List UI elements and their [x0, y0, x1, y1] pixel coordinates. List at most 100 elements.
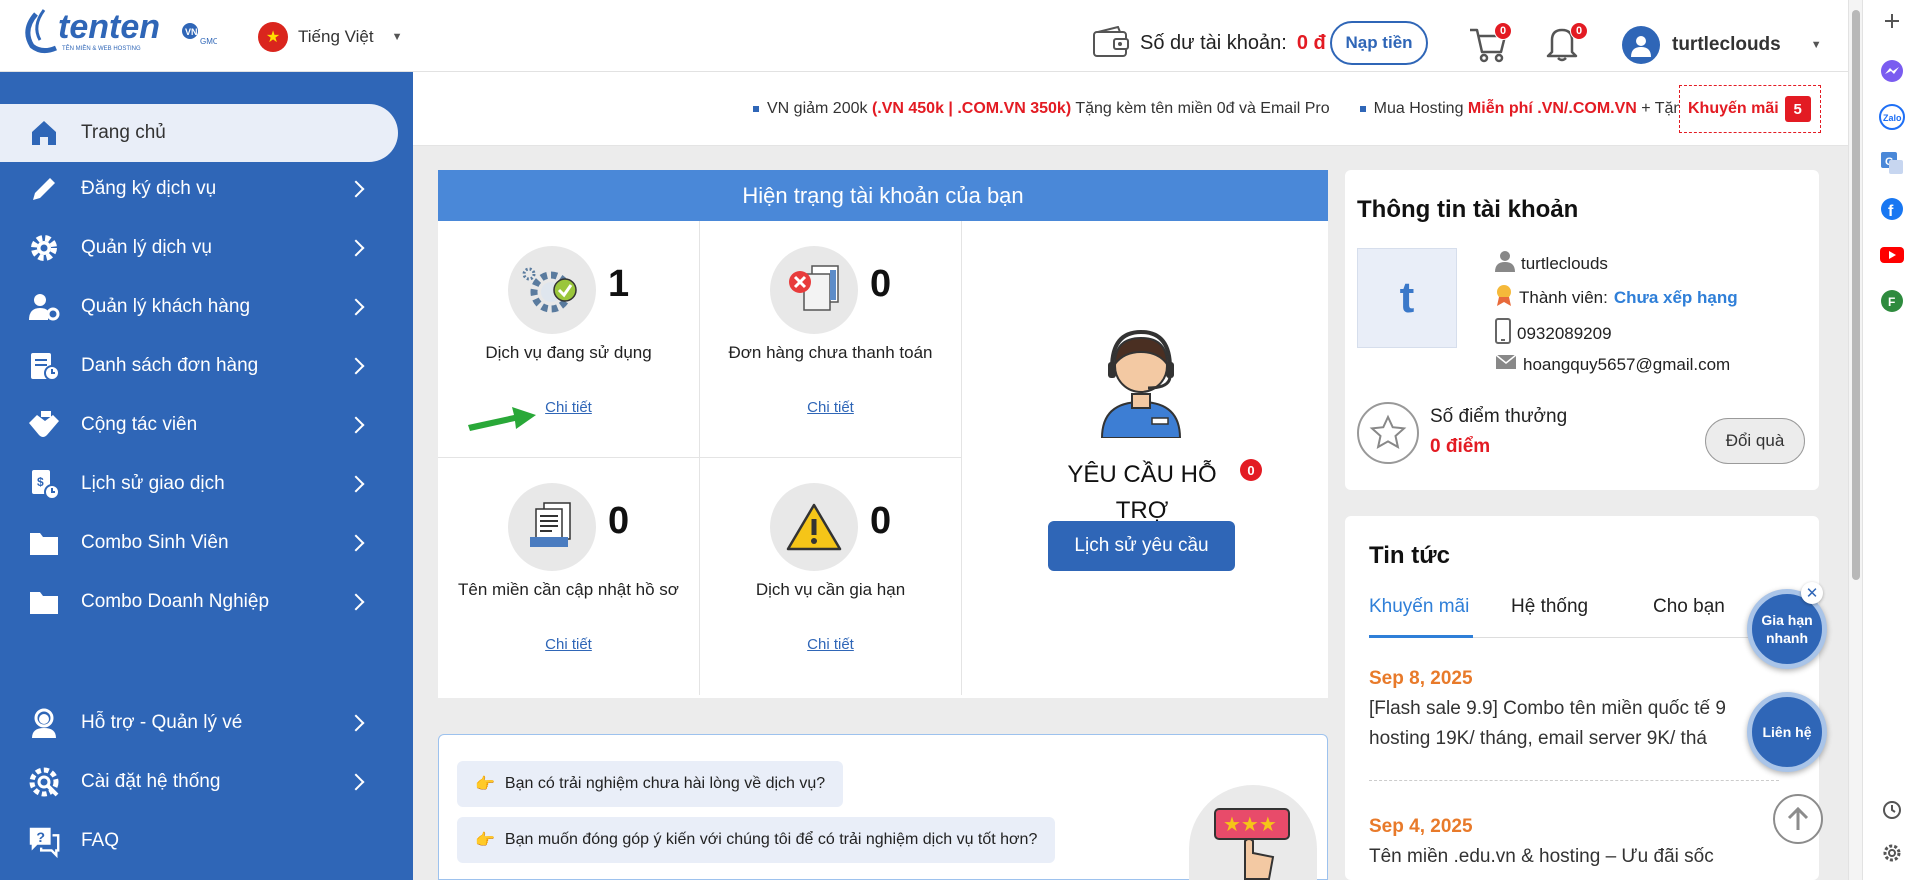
close-icon[interactable]: ✕: [1801, 582, 1823, 604]
tab-for-you[interactable]: Cho bạn: [1653, 596, 1725, 638]
sidebar-item-support-tickets[interactable]: Hỗ trợ - Quản lý vé: [0, 695, 400, 751]
chevron-right-icon: [347, 714, 365, 732]
scrollbar-thumb[interactable]: [1852, 10, 1860, 580]
feedback-question-contribute[interactable]: 👉 Bạn muốn đóng góp ý kiến với chúng tôi…: [457, 817, 1056, 863]
user-menu[interactable]: turtleclouds ▼: [1622, 26, 1822, 64]
language-label: Tiếng Việt: [298, 27, 374, 46]
transaction-icon: $: [26, 466, 62, 502]
sidebar-item-label: FAQ: [81, 830, 120, 851]
notification-button[interactable]: 0: [1544, 22, 1588, 64]
sidebar-item-home[interactable]: Trang chủ: [0, 104, 398, 162]
user-icon: [1495, 250, 1515, 277]
caret-down-icon: ▼: [391, 31, 403, 43]
handshake-icon: [26, 407, 62, 443]
status-cell-renewal: 0 Dịch vụ cần gia hạn Chi tiết: [700, 458, 962, 695]
renewal-detail-link[interactable]: Chi tiết: [700, 636, 961, 653]
page-scrollbar[interactable]: [1848, 0, 1862, 880]
news-item-title-cont[interactable]: hosting 19K/ tháng, email server 9K/ thá: [1369, 724, 1769, 754]
tab-system[interactable]: Hệ thống: [1511, 596, 1588, 638]
notification-count-badge: 0: [1570, 22, 1588, 40]
member-rank[interactable]: Chưa xếp hạng: [1614, 288, 1738, 308]
user-gear-icon: [26, 289, 62, 325]
warning-icon: [770, 483, 858, 571]
reward-star-icon: [1357, 402, 1419, 464]
history-icon[interactable]: [1879, 797, 1905, 823]
sidebar-item-combo-student[interactable]: Combo Sinh Viên: [0, 515, 400, 571]
promo-ticker[interactable]: VN giảm 200k (.VN 450k | .COM.VN 350k) T…: [753, 100, 1682, 118]
sidebar-item-manage-service[interactable]: Quản lý dịch vụ: [0, 220, 400, 276]
support-agent-icon: [26, 705, 62, 741]
feedback-question-dissatisfied[interactable]: 👉 Bạn có trải nghiệm chưa hài lòng về dị…: [457, 761, 844, 807]
sidebar-item-system-settings[interactable]: Cài đặt hệ thống: [0, 754, 400, 810]
unpaid-order-icon: [770, 246, 858, 334]
pencil-icon: [26, 171, 62, 207]
active-services-count: 1: [608, 263, 630, 305]
profile-f-icon[interactable]: F: [1879, 288, 1905, 314]
news-item-title[interactable]: [Flash sale 9.9] Combo tên miền quốc tế …: [1369, 694, 1769, 724]
language-selector[interactable]: ★ Tiếng Việt ▼: [258, 22, 403, 52]
sidebar-item-register-service[interactable]: Đăng ký dịch vụ: [0, 161, 400, 217]
gear-check-icon: [508, 246, 596, 334]
svg-text:tenten: tenten: [58, 8, 160, 46]
sidebar-item-label: Cài đặt hệ thống: [81, 771, 221, 792]
promo-item[interactable]: Mua Hosting Miễn phí .VN/.COM.VN + Tặn: [1359, 100, 1682, 118]
sidebar-item-manage-customers[interactable]: Quản lý khách hàng: [0, 279, 400, 335]
support-request-panel: YÊU CẦU HỖ TRỢ 0 Lịch sử yêu cầu: [962, 221, 1328, 698]
cart-button[interactable]: 0: [1468, 22, 1512, 64]
mail-icon: [1495, 354, 1517, 375]
tab-promotions[interactable]: Khuyến mãi: [1369, 596, 1473, 638]
news-tabs: Khuyến mãi Hệ thống Cho bạn: [1369, 596, 1799, 638]
zalo-icon[interactable]: Zalo: [1879, 104, 1905, 130]
request-history-button[interactable]: Lịch sử yêu cầu: [1048, 521, 1235, 571]
chevron-right-icon: [347, 357, 365, 375]
sidebar-item-faq[interactable]: ? FAQ: [0, 813, 400, 869]
sidebar-item-combo-business[interactable]: Combo Doanh Nghiệp: [0, 574, 400, 630]
facebook-icon[interactable]: f: [1879, 196, 1905, 222]
news-item-date: Sep 8, 2025: [1369, 668, 1473, 689]
add-icon[interactable]: [1879, 8, 1905, 34]
arrow-up-icon: [1787, 806, 1809, 830]
account-avatar: t: [1357, 248, 1457, 348]
chevron-right-icon: [347, 593, 365, 611]
browser-side-rail: Zalo G f F: [1862, 0, 1920, 880]
balance-value: 0 đ: [1296, 31, 1326, 54]
support-agent-icon: [1100, 329, 1182, 438]
user-avatar-icon: [1622, 26, 1660, 64]
translate-icon[interactable]: G: [1879, 150, 1905, 176]
folder-icon: [26, 525, 62, 561]
redeem-gift-button[interactable]: Đổi quà: [1705, 418, 1805, 464]
youtube-icon[interactable]: [1879, 242, 1905, 268]
active-services-label: Dịch vụ đang sử dụng: [485, 343, 652, 362]
support-request-badge: 0: [1240, 459, 1262, 481]
sidebar-item-label: Quản lý dịch vụ: [81, 237, 212, 258]
account-balance: Số dư tài khoản: 0 đ: [1092, 26, 1326, 60]
gift-icon: 5: [1784, 96, 1811, 122]
home-icon: [26, 115, 62, 151]
news-item-title[interactable]: Tên miền .edu.vn & hosting – Ưu đãi sốc: [1369, 842, 1769, 872]
promotion-button[interactable]: Khuyến mãi 5: [1679, 85, 1821, 133]
promotion-label: Khuyến mãi: [1688, 100, 1779, 117]
sidebar-item-label: Danh sách đơn hàng: [81, 355, 259, 376]
contact-button[interactable]: Liên hệ: [1747, 692, 1827, 772]
svg-text:Zalo: Zalo: [1883, 113, 1902, 123]
scroll-to-top-button[interactable]: [1773, 794, 1823, 844]
domain-update-detail-link[interactable]: Chi tiết: [438, 636, 699, 653]
unpaid-orders-detail-link[interactable]: Chi tiết: [700, 399, 961, 416]
settings-icon[interactable]: [1879, 840, 1905, 866]
feedback-panel: 👉 Bạn có trải nghiệm chưa hài lòng về dị…: [438, 734, 1328, 880]
caret-down-icon: ▼: [1810, 39, 1822, 51]
sidebar-item-transaction-history[interactable]: $ Lịch sử giao dịch: [0, 456, 400, 512]
svg-text:F: F: [1888, 295, 1895, 309]
tenten-logo[interactable]: tenten VN GMO TÊN MIỀN & WEB HOSTING: [22, 6, 219, 56]
sidebar-item-collaborator[interactable]: Cộng tác viên: [0, 397, 400, 453]
pointing-hand-icon: 👉: [475, 832, 495, 849]
sidebar-item-label: Quản lý khách hàng: [81, 296, 251, 317]
status-card-title: Hiện trạng tài khoản của bạn: [438, 170, 1328, 221]
messenger-icon[interactable]: [1879, 58, 1905, 84]
promo-item[interactable]: VN giảm 200k (.VN 450k | .COM.VN 350k) T…: [753, 100, 1330, 118]
topup-button[interactable]: Nạp tiền: [1330, 21, 1428, 65]
sidebar-item-order-list[interactable]: Danh sách đơn hàng: [0, 338, 400, 394]
sidebar: Trang chủ Đăng ký dịch vụ Quản lý dịch v…: [0, 72, 413, 880]
svg-text:GMO: GMO: [200, 37, 217, 46]
account-info-card: Thông tin tài khoản t turtleclouds Thành…: [1345, 170, 1819, 490]
